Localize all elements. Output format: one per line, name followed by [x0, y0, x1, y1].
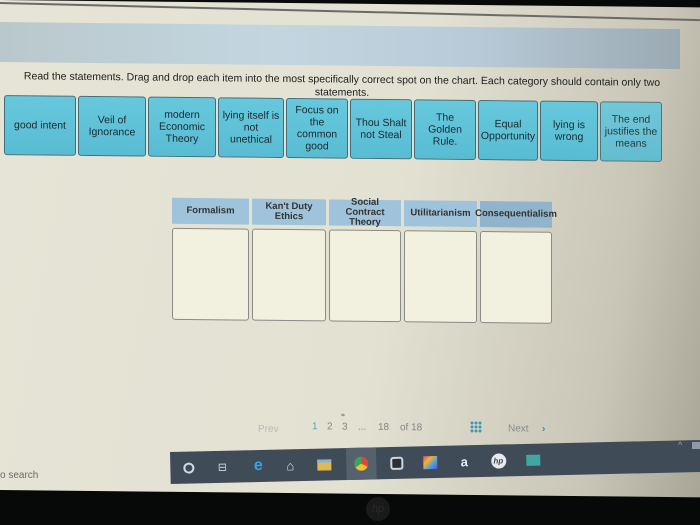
category-column: Utilitarianism — [404, 200, 477, 323]
cortana-icon[interactable] — [180, 459, 196, 475]
file-explorer-icon[interactable] — [316, 456, 332, 472]
page-link[interactable]: 18 — [378, 422, 389, 433]
drop-zone-social-contract[interactable] — [329, 229, 401, 323]
category-column: Social Contract Theory — [329, 197, 401, 323]
category-header: Kan't Duty Ethics — [252, 198, 326, 226]
amazon-icon[interactable]: a — [456, 453, 472, 469]
statement-item[interactable]: Equal Opportunity — [478, 100, 538, 161]
statement-item[interactable]: modern Economic Theory — [148, 96, 216, 158]
edge-icon[interactable]: e — [250, 457, 266, 474]
statement-item[interactable]: lying is wrong — [540, 100, 598, 162]
statement-item[interactable]: good intent — [4, 95, 76, 156]
home-icon[interactable]: ⌂ — [282, 457, 298, 473]
page-count: of 18 — [400, 422, 423, 434]
webcam-icon[interactable] — [388, 455, 404, 471]
header-band — [0, 22, 680, 70]
category-chart: Formalism Kan't Duty Ethics Social Contr… — [172, 197, 557, 324]
chevron-up-icon[interactable]: ^ — [678, 440, 682, 450]
task-view-icon[interactable]: ⊟ — [214, 459, 230, 475]
statement-item[interactable]: Veil of Ignorance — [78, 95, 146, 157]
tray-icon[interactable] — [692, 442, 700, 449]
category-header: Consequentialism — [475, 201, 557, 228]
statement-item[interactable]: The Golden Rule. — [414, 99, 476, 160]
page-link[interactable]: 1 — [312, 421, 318, 432]
category-header: Social Contract Theory — [329, 197, 401, 228]
category-column: Kan't Duty Ethics — [252, 198, 326, 322]
category-header: Utilitarianism — [404, 200, 477, 227]
grid-view-icon[interactable] — [470, 420, 482, 434]
drop-zone-consequentialism[interactable] — [480, 231, 552, 324]
chevron-right-icon[interactable]: › — [542, 424, 545, 435]
statement-bank: good intent Veil of Ignorance modern Eco… — [4, 95, 662, 162]
page-link[interactable]: 3 — [342, 422, 348, 433]
page-link[interactable]: 2 — [327, 421, 333, 432]
statement-item[interactable]: Thou Shalt not Steal — [350, 98, 412, 160]
category-column: Formalism — [172, 197, 249, 321]
link-icon: ⚭ — [340, 412, 346, 420]
drop-zone-utilitarianism[interactable] — [404, 230, 477, 323]
category-column: Consequentialism — [475, 201, 557, 324]
category-header: Formalism — [172, 197, 249, 225]
screen: Read the statements. Drag and drop each … — [0, 0, 700, 498]
pagination-ellipsis: ... — [358, 421, 367, 433]
prev-button[interactable]: Prev — [258, 424, 279, 435]
hp-logo-icon: hp — [366, 497, 390, 521]
hp-icon[interactable]: hp — [490, 452, 506, 469]
statement-item[interactable]: The end justifies the means — [600, 101, 662, 162]
photos-icon[interactable] — [422, 454, 438, 470]
pagination: Prev 1 2 ⚭ 3 ... 18 of 18 Next › — [250, 413, 570, 440]
drop-zone-kant-duty-ethics[interactable] — [252, 228, 326, 322]
statement-item[interactable]: Focus on the common good — [286, 97, 348, 159]
chrome-icon[interactable] — [353, 455, 369, 471]
cloud-app-icon[interactable] — [525, 452, 541, 468]
next-button[interactable]: Next — [508, 423, 529, 434]
statement-item[interactable]: lying itself is not unethical — [218, 97, 284, 158]
drop-zone-formalism[interactable] — [172, 227, 249, 321]
taskbar-search[interactable]: o search — [0, 470, 38, 481]
window-edge — [0, 2, 700, 22]
